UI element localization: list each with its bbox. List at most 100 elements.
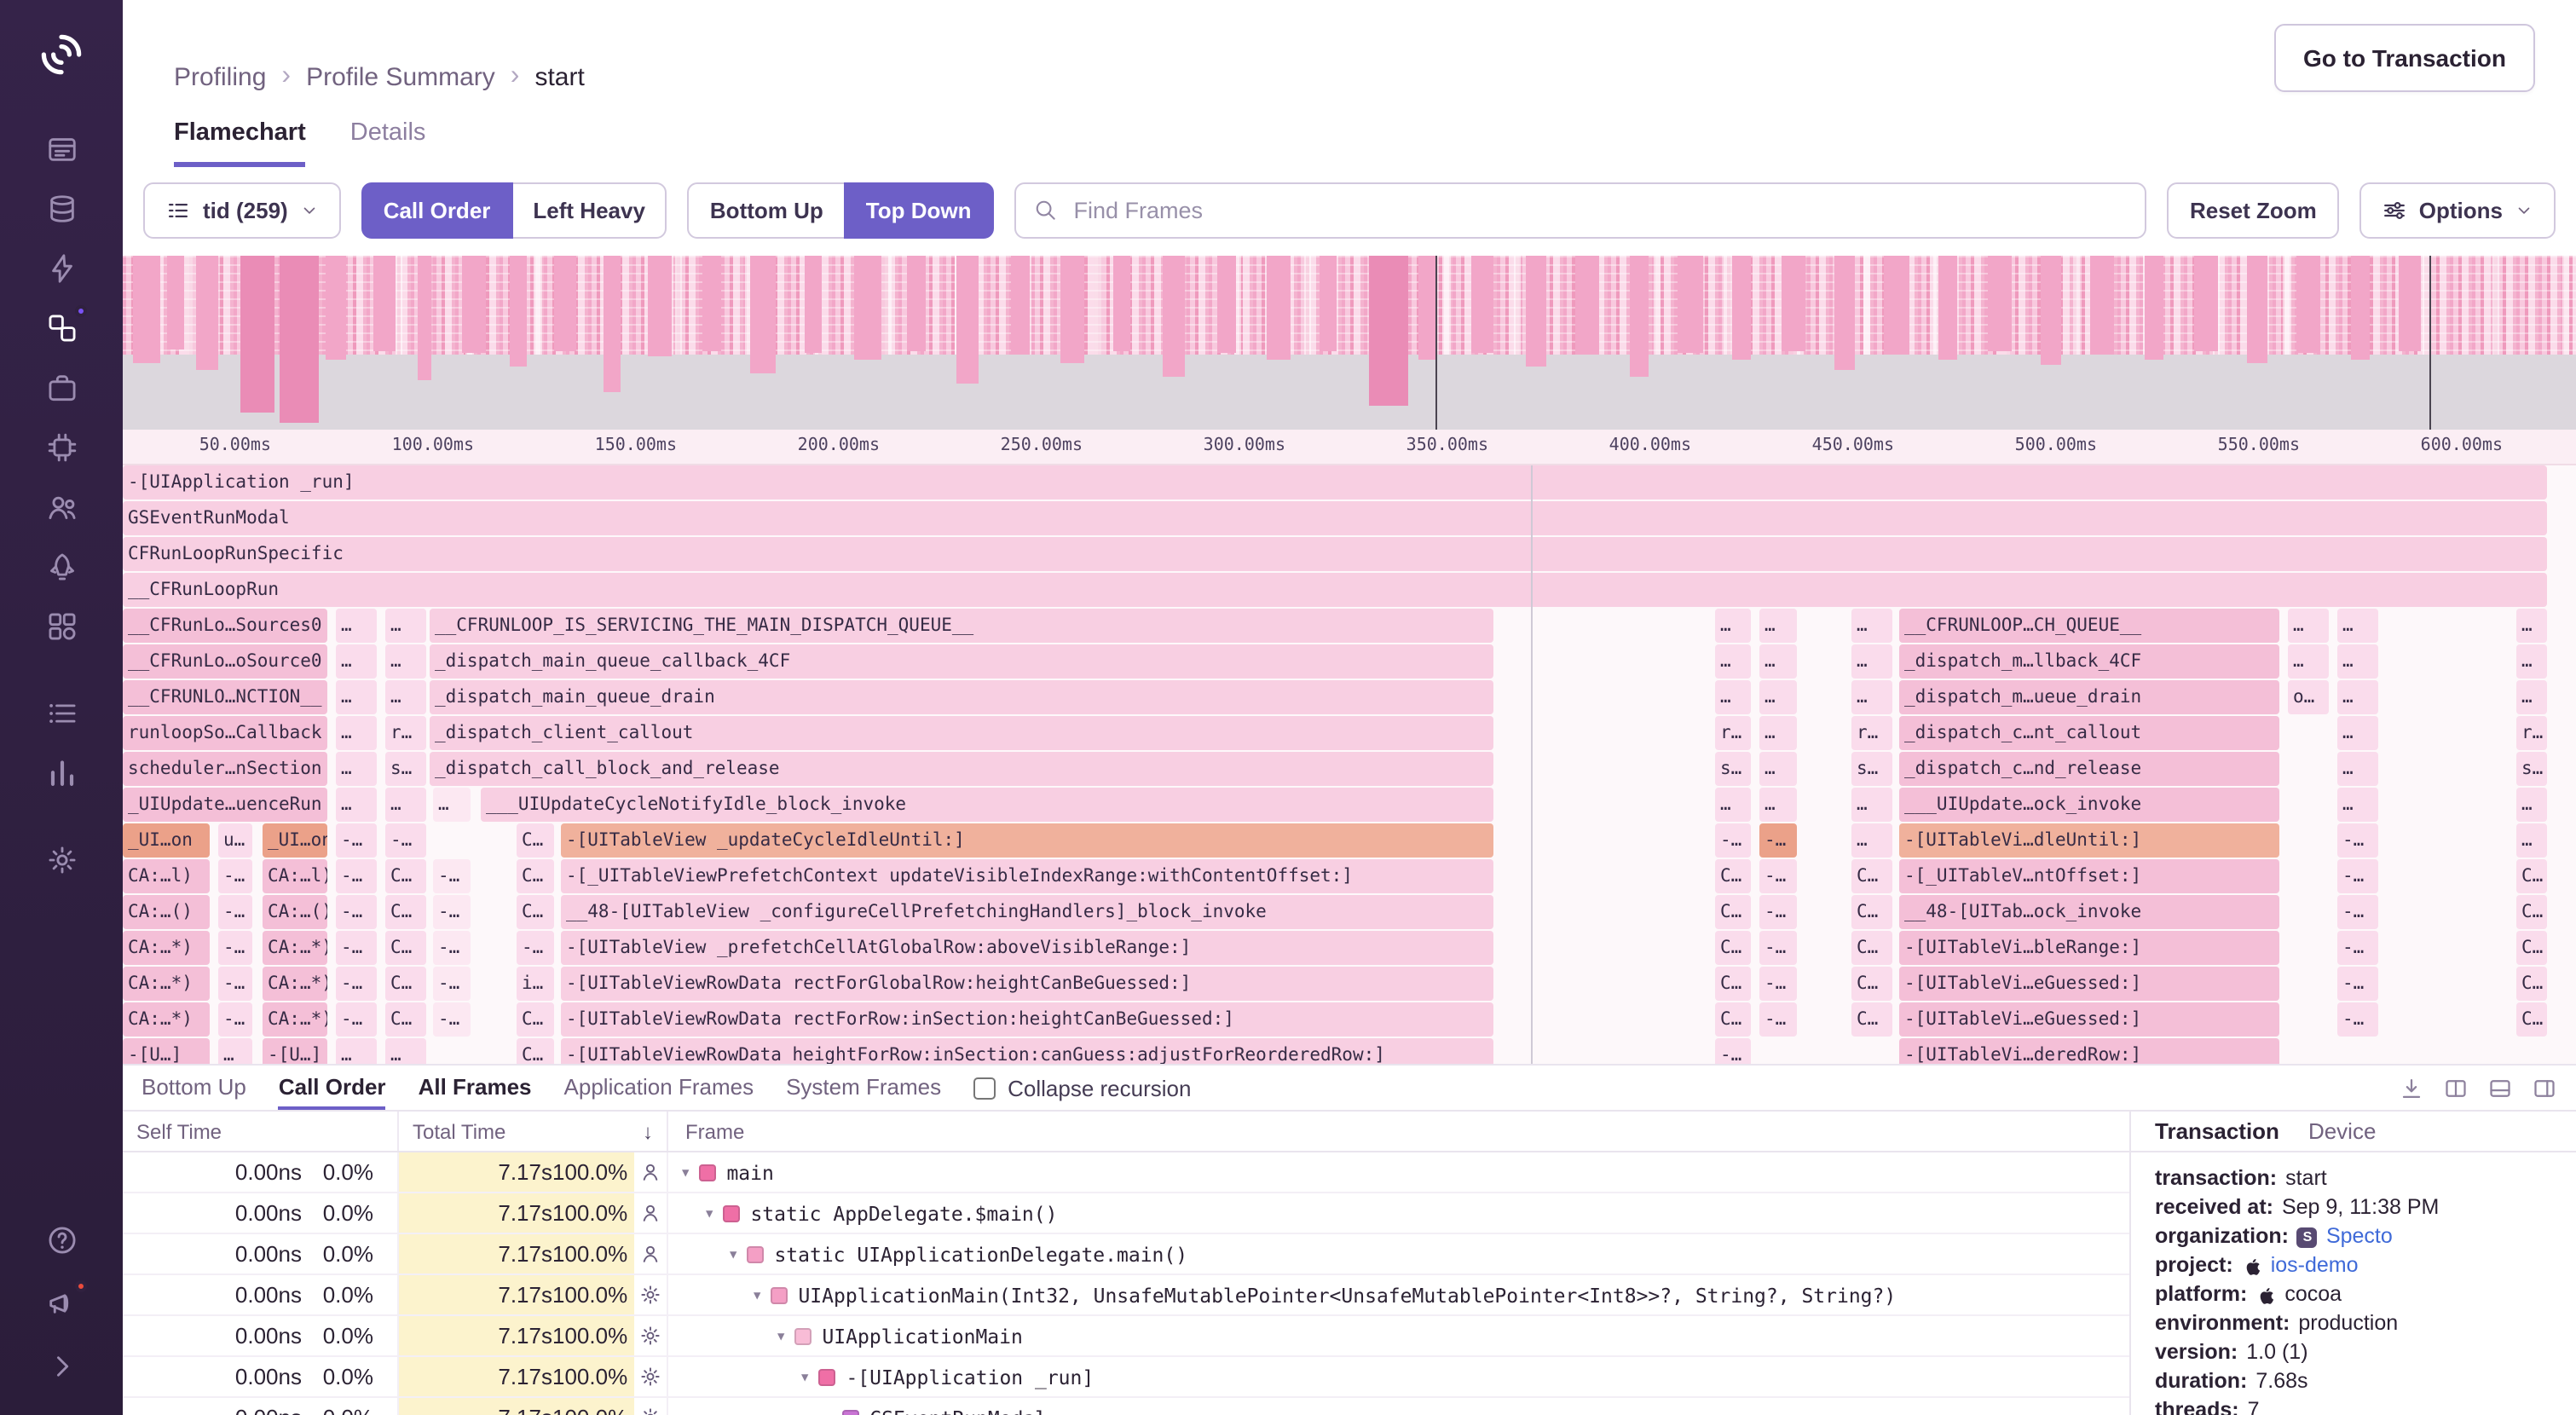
sidebar-item-whats-new[interactable] — [31, 1279, 92, 1328]
flame-frame[interactable]: C… — [517, 1002, 554, 1037]
flame-frame[interactable]: -[UIApplication _run] — [123, 465, 2547, 500]
flame-frame[interactable]: … — [385, 1038, 426, 1064]
table-row[interactable]: 0.00ns0.0%7.17s100.0%▼UIApplicationMain — [123, 1316, 2129, 1357]
bottom-up-button[interactable]: Bottom Up — [688, 182, 846, 238]
sidebar-item-trace[interactable] — [31, 303, 92, 353]
flame-frame[interactable]: … — [336, 752, 377, 786]
flame-frame[interactable]: … — [1759, 609, 1797, 643]
flame-frame[interactable]: -… — [1759, 1002, 1797, 1037]
flame-frame[interactable]: -… — [2337, 895, 2378, 929]
flame-frame[interactable]: -[UITableVi…eGuessed:] — [1899, 967, 2279, 1001]
detail-field-value[interactable]: ios-demo — [2271, 1251, 2359, 1280]
flame-frame[interactable]: C… — [517, 859, 554, 893]
frame-cell[interactable]: ▼-[UIApplication _run] — [668, 1357, 2129, 1396]
flame-frame[interactable]: CA:…() — [123, 895, 210, 929]
table-row[interactable]: 0.00ns0.0%7.17s100.0%▼static AppDelegate… — [123, 1193, 2129, 1234]
flame-frame[interactable]: -[U…] — [123, 1038, 210, 1064]
flame-frame[interactable]: … — [1715, 644, 1751, 679]
sidebar-item-integrations[interactable] — [31, 602, 92, 651]
flame-frame[interactable]: … — [1759, 716, 1797, 750]
flame-frame[interactable]: … — [2337, 752, 2378, 786]
flame-frame[interactable]: … — [385, 680, 426, 714]
flame-frame[interactable]: __CFRUNLOOP…CH_QUEUE__ — [1899, 609, 2279, 643]
flame-frame[interactable]: C… — [1851, 859, 1892, 893]
find-frames-search[interactable] — [1014, 182, 2147, 238]
flame-frame[interactable]: C… — [385, 859, 426, 893]
table-row[interactable]: 0.00ns0.0%7.17s100.0%▼static UIApplicati… — [123, 1234, 2129, 1275]
flame-frame[interactable]: s… — [2516, 752, 2547, 786]
flame-frame[interactable]: CA:…*) — [263, 1002, 327, 1037]
flame-frame[interactable]: C… — [1851, 931, 1892, 965]
flame-frame[interactable]: … — [1759, 752, 1797, 786]
flame-frame[interactable]: -[UITableVi…bleRange:] — [1899, 931, 2279, 965]
frame-cell[interactable]: ▼static AppDelegate.$main() — [668, 1193, 2129, 1233]
tree-expand-caret-icon[interactable]: ▼ — [777, 1329, 784, 1343]
flame-frame[interactable]: … — [1851, 823, 1892, 858]
frame-cell[interactable]: ▼UIApplicationMain(Int32, UnsafeMutableP… — [668, 1275, 2129, 1314]
options-dropdown[interactable]: Options — [2359, 182, 2556, 238]
flame-frame[interactable]: … — [1851, 788, 1892, 822]
flame-frame[interactable]: s… — [385, 752, 426, 786]
flame-frame[interactable]: -… — [2337, 967, 2378, 1001]
flame-frame[interactable]: __48-[UITab…ock_invoke — [1899, 895, 2279, 929]
flame-frame[interactable]: _UIUpdate…uenceRun — [123, 788, 327, 822]
flame-frame[interactable]: GSEventRunModal — [123, 501, 2547, 535]
flame-frame[interactable]: -[UITableViewRowData rectForRow:inSectio… — [561, 1002, 1493, 1037]
flame-frame[interactable]: s… — [1851, 752, 1892, 786]
flame-frame[interactable]: … — [336, 1038, 377, 1064]
flame-frame[interactable]: C… — [1851, 895, 1892, 929]
flame-frame[interactable]: … — [1851, 609, 1892, 643]
flame-frame[interactable]: -… — [336, 931, 377, 965]
table-row[interactable]: 0.00ns0.0%7.17s100.0%▼main — [123, 1152, 2129, 1193]
tree-expand-caret-icon[interactable]: ▼ — [825, 1411, 832, 1415]
tree-expand-caret-icon[interactable]: ▼ — [754, 1288, 760, 1302]
flame-frame[interactable]: scheduler…nSection — [123, 752, 327, 786]
sidebar-item-releases[interactable] — [31, 363, 92, 413]
flame-frame[interactable]: … — [1715, 788, 1751, 822]
flame-frame[interactable]: -… — [1715, 823, 1751, 858]
flame-frame[interactable]: -[UITableViewRowData rectForGlobalRow:he… — [561, 967, 1493, 1001]
flame-frame[interactable]: -… — [517, 931, 554, 965]
sidebar-item-user-feedback[interactable] — [31, 482, 92, 532]
flamechart[interactable]: -[UIApplication _run]GSEventRunModalCFRu… — [123, 465, 2576, 1064]
flame-frame[interactable]: r… — [1715, 716, 1751, 750]
tab-application-frames[interactable]: Application Frames — [564, 1066, 754, 1110]
flame-frame[interactable]: -… — [218, 1002, 252, 1037]
detail-field-value[interactable]: Specto — [2326, 1222, 2393, 1251]
flame-frame[interactable]: … — [2516, 644, 2547, 679]
flame-frame[interactable]: _dispatch_main_queue_drain — [430, 680, 1493, 714]
flame-frame[interactable]: CA:…*) — [123, 931, 210, 965]
flame-frame[interactable]: __CFRunLo…oSource0 — [123, 644, 327, 679]
flame-frame[interactable]: C… — [1715, 1002, 1751, 1037]
minimap-cursor[interactable] — [1435, 256, 1437, 430]
layout-columns-icon[interactable] — [2443, 1075, 2469, 1100]
flame-frame[interactable]: … — [1759, 644, 1797, 679]
flame-frame[interactable]: -… — [218, 931, 252, 965]
flame-frame[interactable]: -[_UITableViewPrefetchContext updateVisi… — [561, 859, 1493, 893]
tree-expand-caret-icon[interactable]: ▼ — [730, 1247, 736, 1261]
flame-frame[interactable]: -… — [2337, 1002, 2378, 1037]
flame-frame[interactable]: _dispatch_call_block_and_release — [430, 752, 1493, 786]
flame-frame[interactable]: C… — [2516, 895, 2547, 929]
frame-cell[interactable]: ▼UIApplicationMain — [668, 1316, 2129, 1355]
flame-frame[interactable]: … — [336, 788, 377, 822]
sidebar-item-expand[interactable] — [31, 1342, 92, 1391]
flame-frame[interactable]: … — [336, 644, 377, 679]
call-order-button[interactable]: Call Order — [361, 182, 513, 238]
tab-all-frames[interactable]: All Frames — [419, 1066, 532, 1110]
flamegraph-minimap[interactable] — [123, 256, 2576, 430]
flame-frame[interactable]: … — [2288, 644, 2329, 679]
flame-frame[interactable]: … — [2337, 644, 2378, 679]
flame-frame[interactable]: -… — [336, 895, 377, 929]
flame-frame[interactable]: ___UIUpdate…ock_invoke — [1899, 788, 2279, 822]
flame-frame[interactable]: … — [385, 788, 426, 822]
flame-frame[interactable]: -… — [336, 967, 377, 1001]
thread-selector-dropdown[interactable]: tid (259) — [143, 182, 341, 238]
flame-frame[interactable]: CA:…*) — [263, 931, 327, 965]
tab-device[interactable]: Device — [2308, 1118, 2377, 1144]
flame-frame[interactable]: _UI…on — [263, 823, 327, 858]
flame-frame[interactable]: … — [1759, 788, 1797, 822]
collapse-recursion-input[interactable] — [973, 1077, 996, 1099]
flame-frame[interactable]: C… — [517, 823, 554, 858]
flame-frame[interactable]: … — [1715, 609, 1751, 643]
